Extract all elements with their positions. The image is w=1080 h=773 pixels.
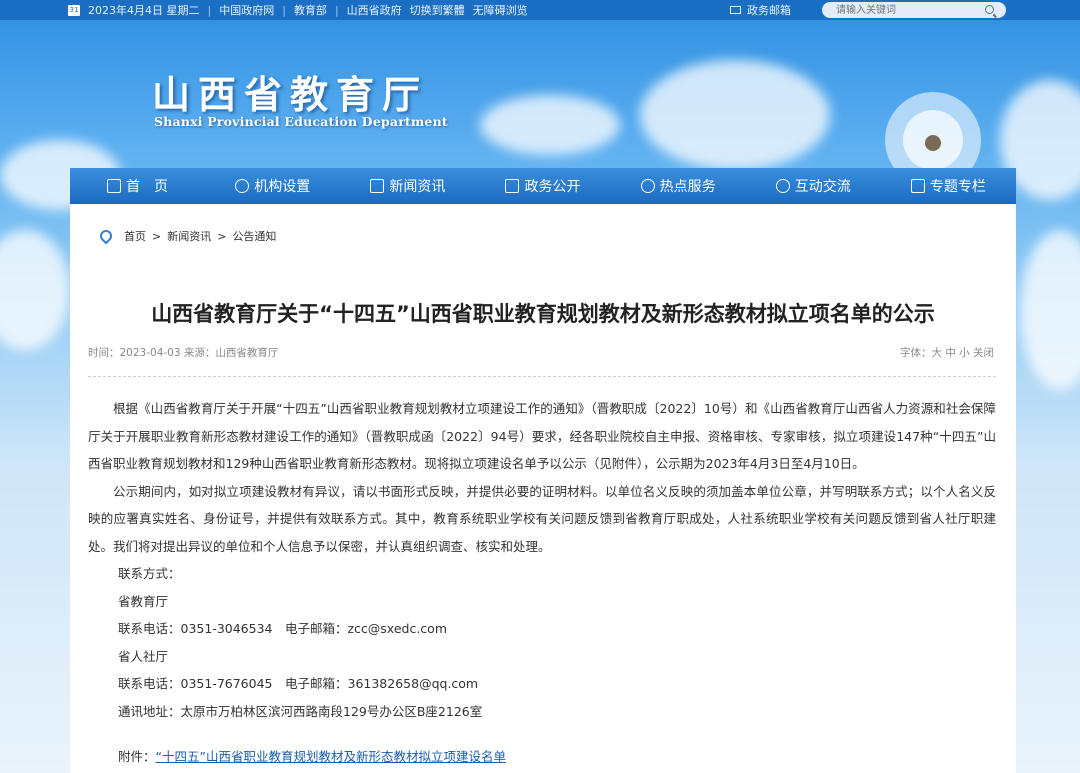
article-meta: 时间：2023-04-03 来源：山西省教育厅 xyxy=(88,347,279,359)
mail-link[interactable]: 政务邮箱 xyxy=(730,0,791,20)
site-logo-subtitle: Shanxi Provincial Education Department xyxy=(154,114,448,129)
nav-services[interactable]: 热点服务 xyxy=(611,168,746,204)
cloud-decoration xyxy=(0,230,70,350)
mail-label: 政务邮箱 xyxy=(747,4,791,17)
cloud-decoration xyxy=(1020,230,1080,390)
cloud-decoration xyxy=(640,60,830,170)
contact-line: 联系电话：0351-7676045 电子邮箱：361382658@qq.com xyxy=(118,676,479,691)
news-icon xyxy=(370,179,385,193)
article-paragraph: 公示期间内，如对拟立项建设教材有异议，请以书面形式反映，并提供必要的证明材料。以… xyxy=(88,483,996,554)
search-box xyxy=(822,2,1006,18)
contact-line: 联系方式： xyxy=(118,566,181,581)
calendar-icon: 31 xyxy=(68,4,80,16)
link-traditional-chinese[interactable]: 切换到繁體 xyxy=(410,2,465,18)
site-logo-title[interactable]: 山西省教育厅 xyxy=(152,64,428,119)
search-input[interactable] xyxy=(822,2,972,18)
link-moe[interactable]: 教育部 xyxy=(294,2,327,18)
contact-line: 通讯地址：太原市万柏林区滨河西路南段129号办公区B座2126室 xyxy=(118,703,483,719)
breadcrumb: 首页 > 新闻资讯 > 公告通知 xyxy=(97,227,276,245)
nav-topics[interactable]: 专题专栏 xyxy=(881,168,1016,204)
top-bar: 31 2023年4月4日 星期二 | 中国政府网 | 教育部 | 山西省政府 切… xyxy=(0,0,1080,20)
main-nav: 首 页 机构设置 新闻资讯 政务公开 热点服务 互动交流 专题专栏 xyxy=(70,168,1016,204)
font-size-controls[interactable]: 字体：大 中 小 关闭 xyxy=(900,345,994,360)
article-title: 山西省教育厅关于“十四五”山西省职业教育规划教材及新形态教材拟立项名单的公示 xyxy=(151,302,935,326)
breadcrumb-home[interactable]: 首页 xyxy=(124,228,146,244)
contact-line: 省教育厅 xyxy=(118,593,169,609)
nav-home[interactable]: 首 页 xyxy=(70,168,205,204)
breadcrumb-notices[interactable]: 公告通知 xyxy=(232,228,276,244)
service-icon xyxy=(640,179,655,193)
link-gov-cn[interactable]: 中国政府网 xyxy=(219,2,274,18)
interact-icon xyxy=(775,179,790,193)
topic-icon xyxy=(910,179,925,193)
cloud-decoration xyxy=(480,95,620,155)
attachment-label: 附件： xyxy=(118,749,156,764)
nav-gov-affairs[interactable]: 政务公开 xyxy=(475,168,610,204)
search-icon[interactable] xyxy=(985,5,994,14)
contact-line: 联系电话：0351-3046534 电子邮箱：zcc@sxedc.com xyxy=(118,621,447,636)
link-accessibility[interactable]: 无障碍浏览 xyxy=(473,2,528,18)
attachment-line: 附件：“十四五”山西省职业教育规划教材及新形态教材拟立项建设名单 xyxy=(88,743,996,771)
link-shanxi-gov[interactable]: 山西省政府 xyxy=(347,2,402,18)
divider xyxy=(88,376,996,377)
gov-icon xyxy=(505,179,520,193)
location-pin-icon xyxy=(97,227,115,245)
org-icon xyxy=(235,179,250,193)
home-icon xyxy=(107,179,122,193)
nav-news[interactable]: 新闻资讯 xyxy=(340,168,475,204)
mail-icon xyxy=(730,6,741,14)
current-date: 2023年4月4日 星期二 xyxy=(88,4,200,17)
nav-interaction[interactable]: 互动交流 xyxy=(746,168,881,204)
nav-organization[interactable]: 机构设置 xyxy=(205,168,340,204)
article-body: 根据《山西省教育厅关于开展“十四五”山西省职业教育规划教材立项建设工作的通知》（… xyxy=(88,395,996,771)
contact-line: 省人社厅 xyxy=(118,648,169,664)
content-panel: 首页 > 新闻资讯 > 公告通知 山西省教育厅关于“十四五”山西省职业教育规划教… xyxy=(70,204,1016,773)
article-paragraph: 根据《山西省教育厅关于开展“十四五”山西省职业教育规划教材立项建设工作的通知》（… xyxy=(88,401,996,471)
breadcrumb-news[interactable]: 新闻资讯 xyxy=(167,228,211,244)
attachment-link[interactable]: “十四五”山西省职业教育规划教材及新形态教材拟立项建设名单 xyxy=(156,749,506,764)
